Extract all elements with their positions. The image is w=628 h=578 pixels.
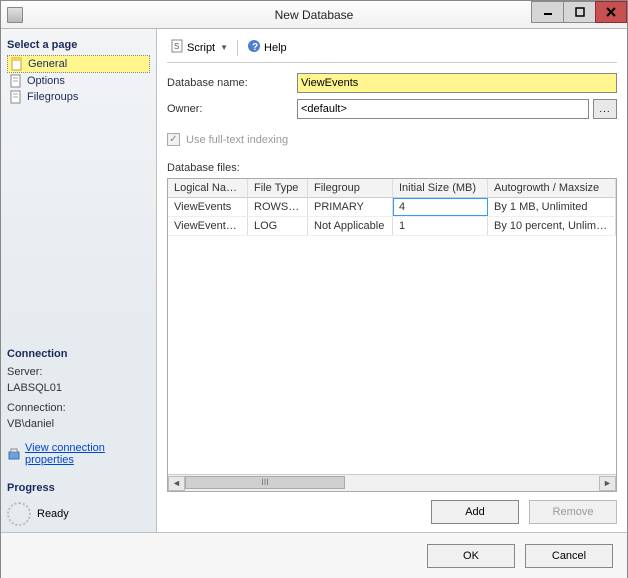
sidebar-item-general[interactable]: General bbox=[7, 55, 150, 73]
page-icon bbox=[9, 90, 23, 104]
cancel-button[interactable]: Cancel bbox=[525, 544, 613, 568]
sidebar-item-label: General bbox=[28, 58, 67, 70]
horizontal-scrollbar[interactable]: ◄ III ► bbox=[168, 474, 616, 491]
view-connection-properties-link[interactable]: View connection properties bbox=[7, 442, 150, 466]
scroll-right-arrow[interactable]: ► bbox=[599, 476, 616, 491]
cell-type[interactable]: ROWS… bbox=[248, 198, 308, 216]
dialog-footer: OK Cancel bbox=[1, 532, 627, 578]
col-initial-size[interactable]: Initial Size (MB) bbox=[393, 179, 488, 197]
chevron-down-icon: ▼ bbox=[220, 43, 228, 52]
owner-label: Owner: bbox=[167, 103, 297, 115]
progress-row: Ready bbox=[7, 502, 150, 526]
page-icon bbox=[10, 57, 24, 71]
grid-body: ViewEvents ROWS… PRIMARY 4 By 1 MB, Unli… bbox=[168, 198, 616, 474]
link-text: View connection properties bbox=[25, 442, 150, 466]
maximize-icon bbox=[575, 7, 585, 17]
maximize-button[interactable] bbox=[563, 1, 595, 23]
cell-growth[interactable]: By 10 percent, Unlimited bbox=[488, 217, 616, 235]
connection-value: VB\daniel bbox=[7, 418, 150, 430]
script-label: Script bbox=[187, 42, 215, 54]
help-button[interactable]: ? Help bbox=[244, 37, 290, 58]
minimize-button[interactable] bbox=[531, 1, 563, 23]
minimize-icon bbox=[543, 7, 553, 17]
progress-header: Progress bbox=[7, 482, 150, 494]
cell-growth[interactable]: By 1 MB, Unlimited bbox=[488, 198, 616, 216]
sidebar-item-label: Filegroups bbox=[27, 91, 78, 103]
help-icon: ? bbox=[247, 39, 261, 56]
owner-browse-button[interactable]: ... bbox=[593, 99, 617, 119]
col-autogrowth[interactable]: Autogrowth / Maxsize bbox=[488, 179, 616, 197]
sidebar-item-filegroups[interactable]: Filegroups bbox=[7, 89, 150, 105]
db-name-label: Database name: bbox=[167, 77, 297, 89]
titlebar: New Database bbox=[1, 1, 627, 29]
remove-button: Remove bbox=[529, 500, 617, 524]
server-label: Server: bbox=[7, 366, 150, 378]
svg-text:?: ? bbox=[252, 42, 258, 53]
content: Select a page General Options Filegroups… bbox=[1, 29, 627, 532]
select-page-header: Select a page bbox=[7, 39, 150, 51]
toolbar-separator bbox=[237, 40, 238, 56]
script-button[interactable]: S Script ▼ bbox=[167, 37, 231, 58]
database-files-label: Database files: bbox=[167, 162, 617, 174]
fulltext-row: ✓ Use full-text indexing bbox=[167, 133, 617, 146]
sidebar-item-options[interactable]: Options bbox=[7, 73, 150, 89]
progress-status: Ready bbox=[37, 508, 69, 520]
toolbar: S Script ▼ ? Help bbox=[167, 37, 617, 63]
progress-ring-icon bbox=[7, 502, 31, 526]
help-label: Help bbox=[264, 42, 287, 54]
cell-size[interactable]: 1 bbox=[393, 217, 488, 235]
owner-input[interactable] bbox=[297, 99, 589, 119]
close-button[interactable] bbox=[595, 1, 627, 23]
col-logical-name[interactable]: Logical Name bbox=[168, 179, 248, 197]
server-icon bbox=[7, 447, 21, 461]
add-button[interactable]: Add bbox=[431, 500, 519, 524]
scroll-left-arrow[interactable]: ◄ bbox=[168, 476, 185, 491]
connection-label: Connection: bbox=[7, 402, 150, 414]
fulltext-label: Use full-text indexing bbox=[186, 134, 288, 146]
svg-text:S: S bbox=[174, 42, 179, 51]
grid-header: Logical Name File Type Filegroup Initial… bbox=[168, 179, 616, 198]
cell-logical[interactable]: ViewEvents bbox=[168, 198, 248, 216]
sidebar: Select a page General Options Filegroups… bbox=[1, 29, 157, 532]
col-filegroup[interactable]: Filegroup bbox=[308, 179, 393, 197]
table-row[interactable]: ViewEvents… LOG Not Applicable 1 By 10 p… bbox=[168, 217, 616, 236]
owner-row: Owner: ... bbox=[167, 99, 617, 119]
file-buttons-row: Add Remove bbox=[167, 500, 617, 524]
db-name-row: Database name: bbox=[167, 73, 617, 93]
table-row[interactable]: ViewEvents ROWS… PRIMARY 4 By 1 MB, Unli… bbox=[168, 198, 616, 217]
scroll-track[interactable]: III bbox=[185, 476, 599, 491]
cell-filegroup[interactable]: PRIMARY bbox=[308, 198, 393, 216]
ok-button[interactable]: OK bbox=[427, 544, 515, 568]
server-value: LABSQL01 bbox=[7, 382, 150, 394]
cell-logical[interactable]: ViewEvents… bbox=[168, 217, 248, 235]
cell-filegroup[interactable]: Not Applicable bbox=[308, 217, 393, 235]
db-name-input[interactable] bbox=[297, 73, 617, 93]
script-icon: S bbox=[170, 39, 184, 56]
page-icon bbox=[9, 74, 23, 88]
fulltext-checkbox: ✓ bbox=[167, 133, 180, 146]
scroll-thumb[interactable]: III bbox=[185, 476, 345, 489]
col-file-type[interactable]: File Type bbox=[248, 179, 308, 197]
sidebar-item-label: Options bbox=[27, 75, 65, 87]
database-files-grid[interactable]: Logical Name File Type Filegroup Initial… bbox=[167, 178, 617, 492]
main-pane: S Script ▼ ? Help Database name: Owner: … bbox=[157, 29, 627, 532]
close-icon bbox=[606, 7, 616, 17]
cell-type[interactable]: LOG bbox=[248, 217, 308, 235]
connection-header: Connection bbox=[7, 348, 150, 360]
window-buttons bbox=[531, 1, 627, 23]
cell-size[interactable]: 4 bbox=[393, 198, 488, 216]
